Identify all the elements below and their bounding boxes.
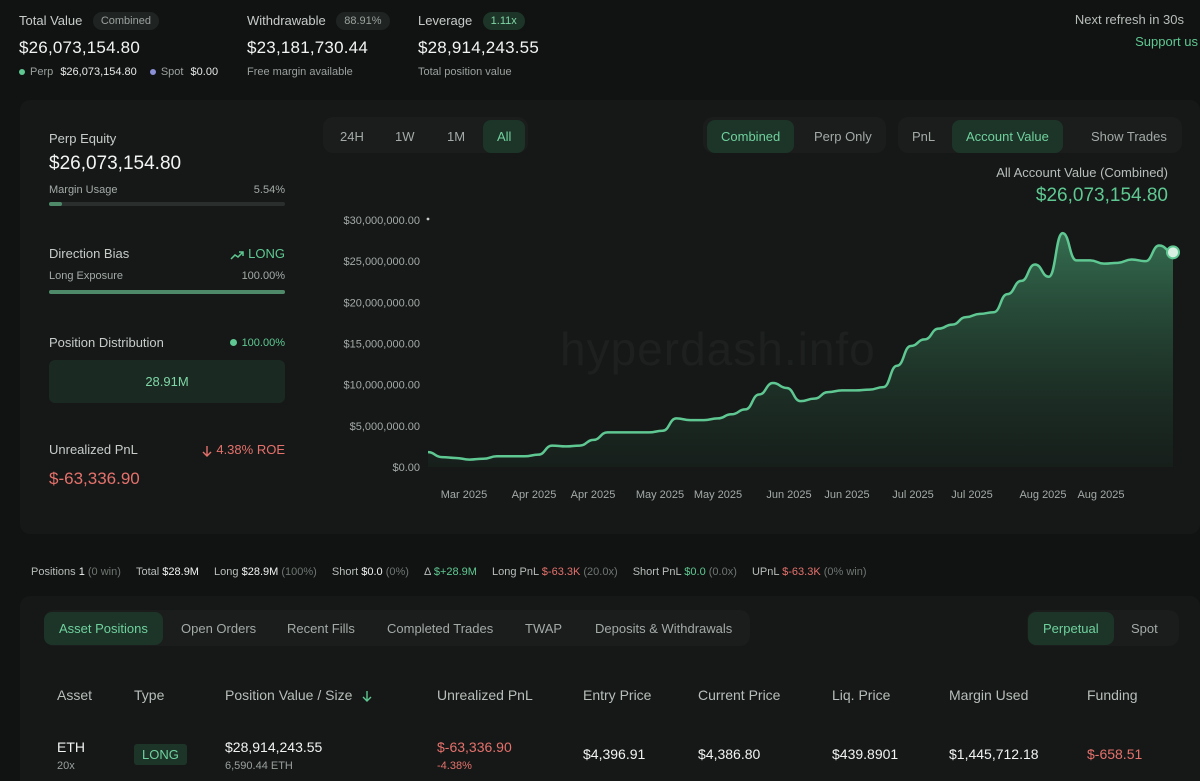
y-tick-label: $20,000,000.00 — [344, 297, 420, 309]
x-tick-label: Jun 2025 — [766, 489, 811, 501]
x-tick-label: Aug 2025 — [1077, 489, 1124, 501]
long-pct: (100%) — [281, 566, 317, 578]
short-value: $0.0 — [361, 566, 383, 578]
asset-leverage: 20x — [57, 760, 75, 772]
th-position-value[interactable]: Position Value / Size — [225, 687, 372, 703]
market-perpetual[interactable]: Perpetual — [1028, 612, 1114, 645]
type-badge: LONG — [134, 744, 187, 765]
delta-value: $+28.9M — [433, 566, 477, 578]
positions-summary: Positions 1 (0 win) Total $28.9M Long $2… — [31, 566, 867, 578]
th-liq-price[interactable]: Liq. Price — [832, 687, 890, 703]
positions-value: 1 — [78, 566, 85, 578]
y-tick-label: $5,000,000.00 — [350, 421, 420, 433]
y-tick-label: $0.00 — [392, 462, 420, 474]
liq-price-cell: $439.8901 — [832, 746, 899, 762]
upnl-cell: $-63,336.90 — [437, 739, 512, 755]
x-tick-label: Jun 2025 — [824, 489, 869, 501]
x-tick-label: Apr 2025 — [571, 489, 616, 501]
long-label: Long — [214, 566, 239, 578]
axis-dot — [426, 217, 430, 221]
tab-open-orders[interactable]: Open Orders — [167, 612, 270, 645]
th-funding[interactable]: Funding — [1087, 687, 1138, 703]
margin-used-cell: $1,445,712.18 — [949, 746, 1039, 762]
current-value-marker — [1166, 245, 1180, 260]
upnl-value: $-63.3K — [782, 566, 821, 578]
tab-recent-fills[interactable]: Recent Fills — [273, 612, 369, 645]
positions-win: (0 win) — [87, 566, 121, 578]
funding-cell: $-658.51 — [1087, 746, 1143, 762]
x-tick-label: May 2025 — [636, 489, 684, 501]
long-pnl-value: $-63.3K — [541, 566, 581, 578]
tab-completed-trades[interactable]: Completed Trades — [373, 612, 507, 645]
account-value-area — [428, 233, 1173, 467]
long-pnl-label: Long PnL — [492, 566, 539, 578]
th-unrealized-pnl[interactable]: Unrealized PnL — [437, 687, 533, 703]
sort-down-icon — [362, 691, 372, 703]
cell-asset: ETH 20x — [57, 739, 85, 772]
th-asset[interactable]: Asset — [57, 687, 92, 703]
tab-twap[interactable]: TWAP — [511, 612, 576, 645]
th-type[interactable]: Type — [134, 687, 164, 703]
cell-upnl: $-63,336.90 -4.38% — [437, 739, 512, 772]
short-label: Short — [331, 566, 359, 578]
x-tick-label: Jul 2025 — [951, 489, 993, 501]
short-pnl-label: Short PnL — [632, 566, 682, 578]
x-tick-label: Apr 2025 — [512, 489, 557, 501]
y-tick-label: $25,000,000.00 — [344, 256, 420, 268]
tab-deposits-withdrawals[interactable]: Deposits & Withdrawals — [581, 612, 746, 645]
th-entry-price[interactable]: Entry Price — [583, 687, 651, 703]
cell-position-value: $28,914,243.55 6,590.44 ETH — [225, 739, 322, 772]
current-price-cell: $4,386.80 — [698, 746, 761, 762]
y-tick-label: $10,000,000.00 — [344, 380, 420, 392]
asset-name: ETH — [57, 739, 85, 755]
long-value: $28.9M — [241, 566, 279, 578]
x-tick-label: May 2025 — [694, 489, 742, 501]
x-tick-label: Jul 2025 — [892, 489, 934, 501]
th-current-price[interactable]: Current Price — [698, 687, 780, 703]
short-pct: (0%) — [385, 566, 409, 578]
y-tick-label: $30,000,000.00 — [344, 215, 420, 227]
x-tick-label: Aug 2025 — [1019, 489, 1066, 501]
total-label: Total — [135, 566, 160, 578]
x-tick-label: Mar 2025 — [441, 489, 487, 501]
tab-asset-positions[interactable]: Asset Positions — [44, 612, 163, 645]
long-pnl-lev: (20.0x) — [583, 566, 618, 578]
upnl-win: (0% win) — [823, 566, 867, 578]
entry-price-cell: $4,396.91 — [583, 746, 646, 762]
th-position-value-label: Position Value / Size — [225, 687, 353, 703]
upnl-label: UPnL — [751, 566, 780, 578]
upnl-pct-cell: -4.38% — [437, 760, 472, 772]
y-tick-label: $15,000,000.00 — [344, 339, 420, 351]
total-value-summary: $28.9M — [162, 566, 199, 578]
short-pnl-value: $0.0 — [684, 566, 706, 578]
position-size-cell: 6,590.44 ETH — [225, 760, 293, 772]
delta-label: Δ — [424, 566, 431, 578]
positions-label: Positions — [31, 566, 76, 578]
short-pnl-lev: (0.0x) — [708, 566, 737, 578]
market-spot[interactable]: Spot — [1117, 612, 1172, 645]
position-value-cell: $28,914,243.55 — [225, 739, 323, 755]
th-margin-used[interactable]: Margin Used — [949, 687, 1028, 703]
